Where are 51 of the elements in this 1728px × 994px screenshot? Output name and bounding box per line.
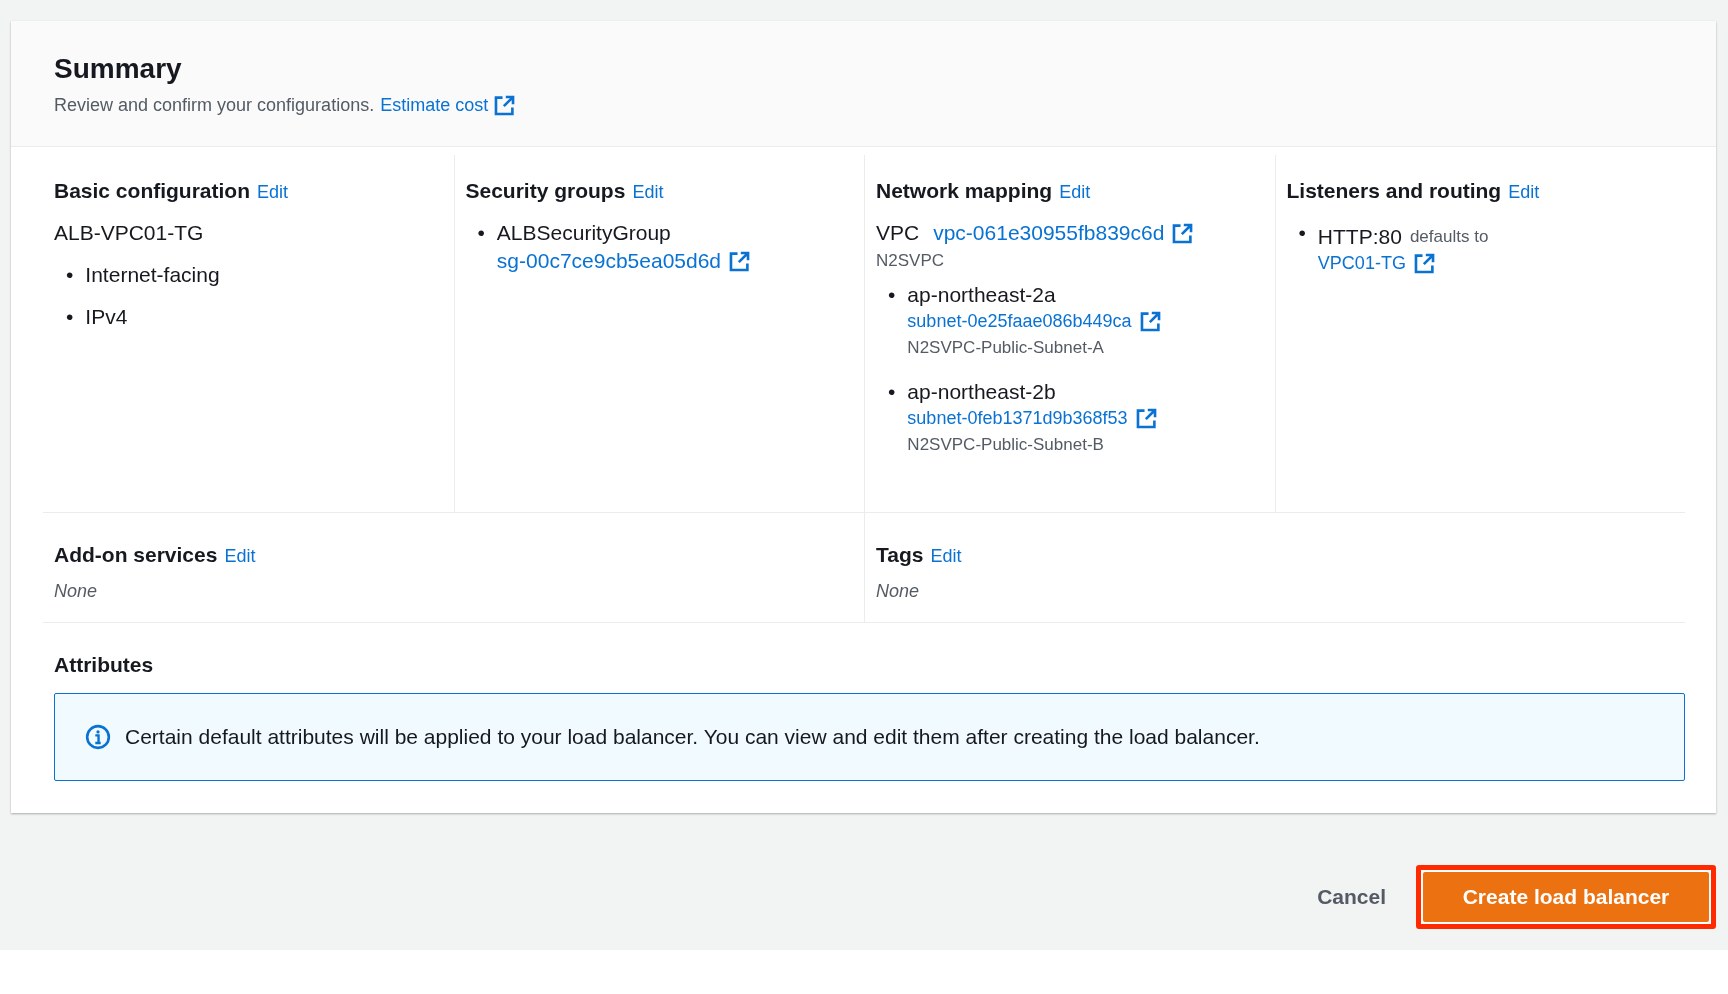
- cancel-button[interactable]: Cancel: [1311, 884, 1392, 910]
- section-heading: Tags: [876, 543, 924, 567]
- subnet-link[interactable]: subnet-0e25faae086b449ca: [907, 311, 1132, 332]
- edit-link[interactable]: Edit: [1508, 182, 1540, 203]
- list-item: IPv4: [85, 305, 128, 329]
- section-heading: Listeners and routing: [1286, 179, 1502, 203]
- bullet: •: [477, 221, 485, 245]
- bullet: •: [1298, 221, 1306, 245]
- info-message: Certain default attributes will be applied to your load balancer. You can view and edit them after creating the load balancer.: [125, 725, 1260, 749]
- availability-zone: ap-northeast-2a: [907, 283, 1057, 307]
- create-load-balancer-button[interactable]: Create load balancer: [1423, 872, 1709, 922]
- edit-link[interactable]: Edit: [632, 182, 664, 203]
- section-heading: Attributes: [54, 653, 155, 677]
- section-heading: Add-on services: [54, 543, 218, 567]
- target-group-link[interactable]: VPC01-TG: [1317, 253, 1406, 274]
- security-group-name: ALBSecurityGroup: [496, 221, 672, 245]
- estimate-cost-link[interactable]: Estimate cost: [380, 95, 489, 116]
- external-link-icon: [494, 95, 516, 116]
- bullet: •: [888, 283, 896, 307]
- bullet: •: [66, 305, 74, 329]
- listener-protocol: HTTP:80: [1317, 225, 1402, 249]
- edit-link[interactable]: Edit: [257, 182, 289, 203]
- subnet-name: N2SVPC-Public-Subnet-A: [907, 338, 1105, 358]
- section-heading: Network mapping: [876, 179, 1053, 203]
- list-item: Internet-facing: [85, 263, 220, 287]
- bullet: •: [888, 380, 896, 404]
- edit-link[interactable]: Edit: [224, 546, 256, 567]
- external-link-icon: [729, 250, 751, 272]
- card-description: Review and confirm your configurations.: [54, 95, 375, 116]
- section-heading: Basic configuration: [54, 179, 251, 203]
- edit-link[interactable]: Edit: [930, 546, 962, 567]
- section-heading: Security groups: [465, 179, 626, 203]
- security-group-link[interactable]: sg-00c7ce9cb5ea05d6d: [496, 249, 722, 273]
- empty-value: None: [54, 581, 99, 602]
- empty-value: None: [876, 581, 921, 602]
- load-balancer-name: ALB-VPC01-TG: [54, 221, 205, 245]
- vpc-name: N2SVPC: [876, 251, 946, 271]
- external-link-icon: [1135, 408, 1157, 429]
- external-link-icon: [1172, 222, 1194, 244]
- external-link-icon: [1139, 311, 1161, 332]
- subnet-name: N2SVPC-Public-Subnet-B: [907, 435, 1105, 455]
- external-link-icon: [1413, 253, 1435, 274]
- listener-note: defaults to: [1409, 227, 1489, 247]
- vpc-label: VPC: [876, 221, 920, 245]
- card-title: Summary: [54, 53, 183, 85]
- vpc-link[interactable]: vpc-061e30955fb839c6d: [933, 221, 1165, 245]
- edit-link[interactable]: Edit: [1059, 182, 1091, 203]
- availability-zone: ap-northeast-2b: [907, 380, 1057, 404]
- subnet-link[interactable]: subnet-0feb1371d9b368f53: [907, 408, 1128, 429]
- bullet: •: [66, 263, 74, 287]
- info-icon: [85, 724, 111, 750]
